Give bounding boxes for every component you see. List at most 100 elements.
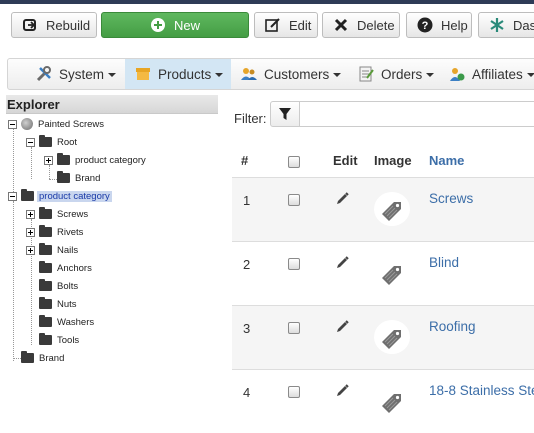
row-checkbox[interactable] xyxy=(288,386,300,398)
folder-icon xyxy=(39,333,52,345)
dashboard-icon xyxy=(489,17,505,33)
nav-system[interactable]: System xyxy=(36,59,117,89)
expand-toggle-icon[interactable] xyxy=(26,209,35,219)
tree-node-product-category-inner[interactable]: product category xyxy=(44,152,148,168)
nav-customers[interactable]: Customers xyxy=(241,59,342,89)
nav-orders[interactable]: Orders xyxy=(358,59,435,89)
tree-node-rivets[interactable]: Rivets xyxy=(26,224,85,240)
delete-label: Delete xyxy=(357,17,395,33)
nav-products[interactable]: Products xyxy=(125,59,231,89)
tree-node-label: Screws xyxy=(57,208,89,220)
pencil-icon[interactable] xyxy=(334,255,350,271)
chevron-down-icon xyxy=(526,73,534,77)
dashboard-label: Dash xyxy=(513,17,534,33)
table-row[interactable]: 1 Screws xyxy=(232,177,534,241)
folder-icon xyxy=(39,297,52,309)
collapse-toggle-icon[interactable] xyxy=(8,191,17,201)
pencil-icon[interactable] xyxy=(334,383,350,399)
rebuild-label: Rebuild xyxy=(46,17,91,33)
tree-node-label: Washers xyxy=(57,316,95,328)
expand-toggle-icon[interactable] xyxy=(44,155,53,165)
product-name-link[interactable]: Screws xyxy=(429,191,473,206)
filter-label: Filter: xyxy=(234,111,267,126)
tree-node-label: product category xyxy=(75,154,146,166)
nav-products-label: Products xyxy=(158,66,212,82)
product-name-link[interactable]: Roofing xyxy=(429,319,476,334)
row-checkbox[interactable] xyxy=(288,194,300,206)
new-label: New xyxy=(173,17,200,33)
tree-node-bolts[interactable]: Bolts xyxy=(39,278,80,294)
tree-node-washers[interactable]: Washers xyxy=(39,314,96,330)
product-name-link[interactable]: 18-8 Stainless Ste xyxy=(429,383,534,398)
nav-affiliates[interactable]: Affiliates xyxy=(449,59,534,89)
tree-node-anchors[interactable]: Anchors xyxy=(39,260,94,276)
tree-node-nails[interactable]: Nails xyxy=(26,242,80,258)
tree-line xyxy=(31,147,32,179)
filter-input[interactable] xyxy=(299,101,534,127)
tree-node-tools[interactable]: Tools xyxy=(39,332,81,348)
edit-button[interactable]: Edit xyxy=(254,12,318,38)
tree-node-label: Nails xyxy=(57,244,79,256)
tree-node-label: Rivets xyxy=(57,226,84,238)
delete-button[interactable]: Delete xyxy=(322,12,400,38)
dashboard-button[interactable]: Dash xyxy=(478,12,534,38)
pencil-icon[interactable] xyxy=(334,191,350,207)
tree-node-screws[interactable]: Screws xyxy=(26,206,90,222)
folder-icon xyxy=(39,315,52,327)
tree-node-label: Bolts xyxy=(57,280,79,292)
nav-customers-label: Customers xyxy=(264,66,330,82)
product-name-link[interactable]: Blind xyxy=(429,255,459,270)
main-nav: System Products Customers Orders Affilia… xyxy=(7,58,534,90)
plus-circle-icon xyxy=(150,17,166,33)
tree-node-product-category[interactable]: product category xyxy=(8,188,112,204)
column-header-image: Image xyxy=(374,153,412,168)
folder-icon xyxy=(39,261,52,273)
nav-system-label: System xyxy=(59,66,105,82)
close-icon xyxy=(333,17,349,33)
tree-node-label: Root xyxy=(57,136,78,148)
tree-node-label: Painted Screws xyxy=(38,118,105,130)
help-icon: ? xyxy=(417,17,433,33)
pencil-icon[interactable] xyxy=(334,319,350,335)
folder-icon xyxy=(39,243,52,255)
tree-node-label: Brand xyxy=(39,352,65,364)
folder-icon xyxy=(39,225,52,237)
chevron-down-icon xyxy=(215,73,224,77)
folder-icon xyxy=(57,153,70,165)
table-row[interactable]: 2 Blind xyxy=(232,241,534,305)
folder-icon xyxy=(39,207,52,219)
tree-node-nuts[interactable]: Nuts xyxy=(39,296,79,312)
filter-button[interactable] xyxy=(270,101,300,127)
help-button[interactable]: ? Help xyxy=(406,12,472,38)
tree-node-label-selected: product category xyxy=(37,190,112,202)
rebuild-button[interactable]: Rebuild xyxy=(11,12,97,38)
new-button[interactable]: New xyxy=(101,12,249,38)
tag-image-icon xyxy=(374,192,410,226)
rebuild-icon xyxy=(22,17,38,33)
chevron-down-icon xyxy=(426,73,435,77)
expand-toggle-icon[interactable] xyxy=(26,245,35,255)
collapse-toggle-icon[interactable] xyxy=(8,119,17,129)
collapse-toggle-icon[interactable] xyxy=(26,137,35,147)
table-row[interactable]: 4 18-8 Stainless Ste xyxy=(232,369,534,433)
expand-toggle-icon[interactable] xyxy=(26,227,35,237)
tree-node-brand-inner[interactable]: Brand xyxy=(57,170,102,186)
svg-text:?: ? xyxy=(422,20,429,32)
filter-icon xyxy=(279,108,291,120)
nav-orders-label: Orders xyxy=(381,66,423,82)
box-icon xyxy=(135,66,151,82)
tree-node-painted-screws[interactable]: Painted Screws xyxy=(8,116,106,132)
tree-node-root[interactable]: Root xyxy=(26,134,79,150)
explorer-title: Explorer xyxy=(6,95,218,114)
column-header-name[interactable]: Name xyxy=(429,153,464,168)
select-all-checkbox[interactable] xyxy=(288,156,300,168)
folder-icon xyxy=(21,351,34,363)
table-row[interactable]: 3 Roofing xyxy=(232,305,534,369)
column-header-edit: Edit xyxy=(333,153,358,168)
row-checkbox[interactable] xyxy=(288,322,300,334)
row-checkbox[interactable] xyxy=(288,258,300,270)
affiliates-icon xyxy=(449,66,465,82)
orders-icon xyxy=(358,66,374,82)
tree-node-brand[interactable]: Brand xyxy=(21,350,66,366)
folder-icon xyxy=(39,279,52,291)
